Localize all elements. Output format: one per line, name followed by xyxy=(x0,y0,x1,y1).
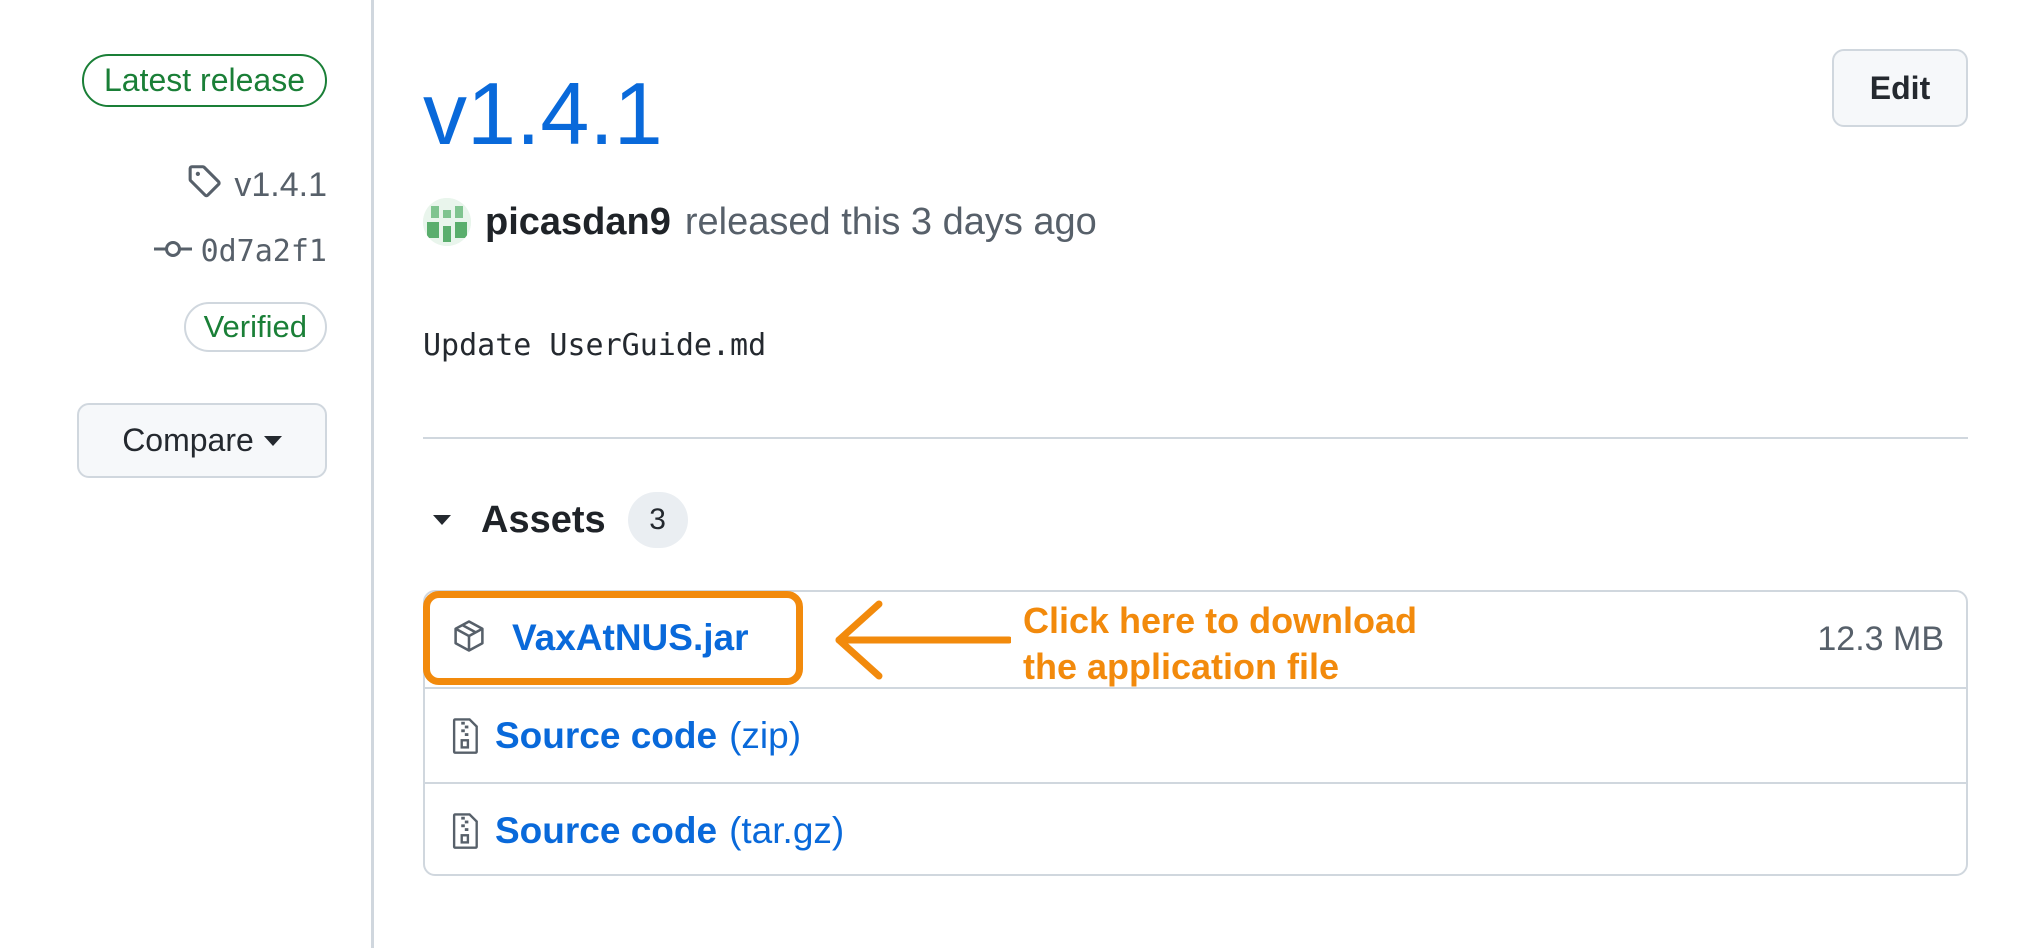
annotation-line-1: Click here to download xyxy=(1023,600,1418,641)
latest-release-badge: Latest release xyxy=(81,54,327,107)
release-meta-text: released this 3 days ago xyxy=(684,200,1097,243)
asset-ext-targz[interactable]: (tar.gz) xyxy=(729,810,844,852)
edit-button[interactable]: Edit xyxy=(1832,49,1968,127)
release-author-line: picasdan9 released this 3 days ago xyxy=(423,198,1097,246)
annotation-line-2: the application file xyxy=(1023,646,1340,687)
commit-icon xyxy=(153,234,193,269)
asset-link-jar[interactable]: VaxAtNUS.jar xyxy=(512,617,749,659)
compare-button[interactable]: Compare xyxy=(77,403,327,478)
asset-link-targz[interactable]: Source code xyxy=(495,810,717,852)
tag-name: v1.4.1 xyxy=(234,166,327,204)
release-notes: Update UserGuide.md xyxy=(423,328,767,363)
tag-link[interactable]: v1.4.1 xyxy=(186,162,327,209)
jar-highlight-box[interactable]: VaxAtNUS.jar xyxy=(423,591,803,685)
asset-size: 12.3 MB xyxy=(1817,620,1944,658)
arrow-left-icon xyxy=(831,598,1013,687)
assets-title: Assets xyxy=(481,498,606,541)
assets-count-badge: 3 xyxy=(627,492,688,548)
asset-link-zip[interactable]: Source code xyxy=(495,715,717,757)
release-title[interactable]: v1.4.1 xyxy=(423,64,663,164)
section-divider xyxy=(423,437,1968,439)
avatar[interactable] xyxy=(423,198,471,246)
asset-row-zip: Source code (zip) xyxy=(425,687,1966,782)
commit-sha: 0d7a2f1 xyxy=(200,234,327,269)
download-annotation: Click here to download the application f… xyxy=(1023,598,1417,690)
commit-link[interactable]: 0d7a2f1 xyxy=(153,234,327,269)
release-page: Latest release v1.4.1 0d7a2f1 Verified C… xyxy=(0,0,2040,948)
asset-row-targz: Source code (tar.gz) xyxy=(425,782,1966,877)
file-zip-icon xyxy=(451,717,481,755)
assets-toggle[interactable]: Assets 3 xyxy=(433,492,688,548)
asset-ext-zip[interactable]: (zip) xyxy=(729,715,801,757)
verified-badge[interactable]: Verified xyxy=(183,302,327,352)
caret-down-icon xyxy=(263,435,282,446)
package-icon xyxy=(452,619,486,658)
compare-label: Compare xyxy=(122,422,254,458)
author-link[interactable]: picasdan9 xyxy=(485,201,671,244)
caret-down-icon xyxy=(433,515,451,525)
release-main: v1.4.1 Edit picasdan9 released this 3 da… xyxy=(423,0,1968,948)
release-sidebar: Latest release v1.4.1 0d7a2f1 Verified C… xyxy=(0,0,374,948)
file-zip-icon xyxy=(451,812,481,850)
tag-icon xyxy=(186,162,224,209)
